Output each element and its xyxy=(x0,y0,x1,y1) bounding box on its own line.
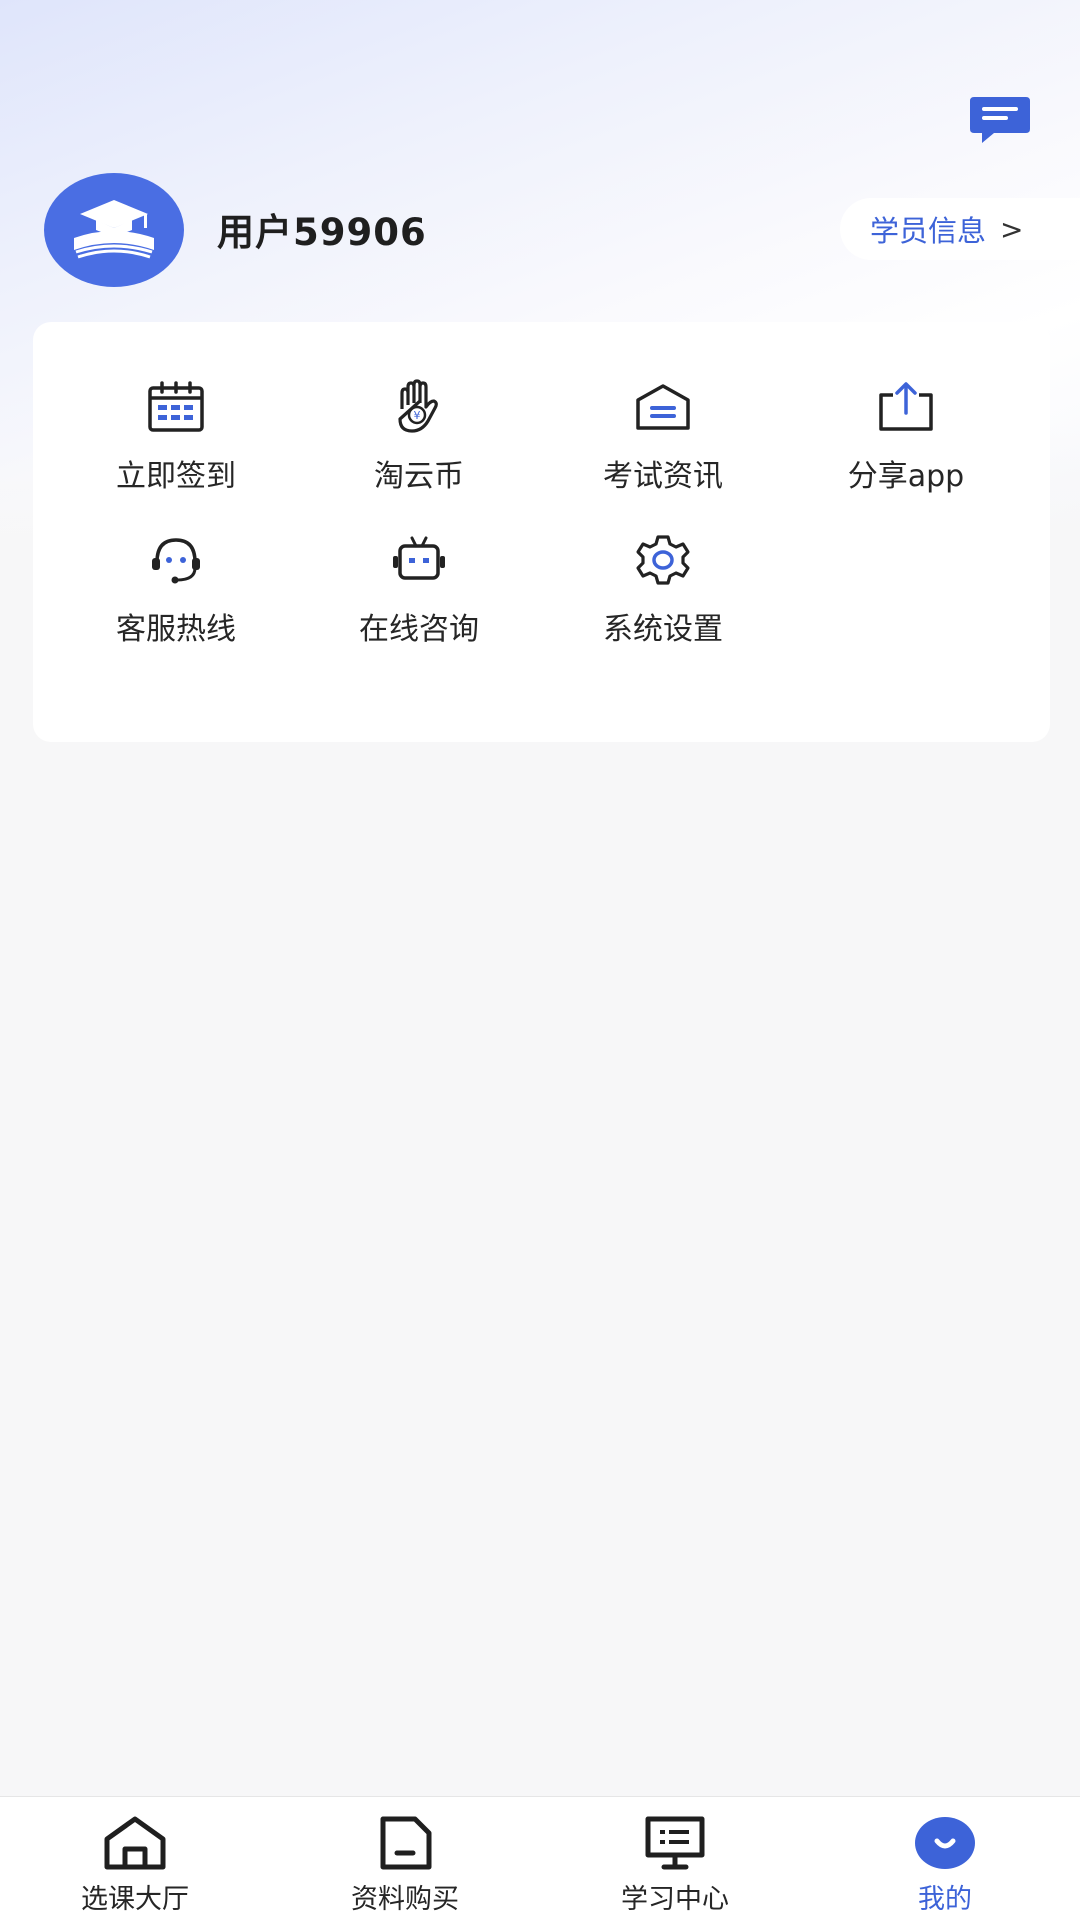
news-icon xyxy=(636,384,690,430)
menu-item-settings[interactable]: 系统设置 xyxy=(563,530,763,660)
menu-item-hotline[interactable]: 客服热线 xyxy=(76,530,276,660)
tab-study-center[interactable]: 学习中心 xyxy=(575,1797,775,1920)
menu-item-label: 立即签到 xyxy=(116,459,236,494)
message-button[interactable] xyxy=(968,95,1032,147)
menu-item-online-consult[interactable]: 在线咨询 xyxy=(319,530,519,660)
chat-icon xyxy=(970,97,1030,143)
graduation-book-icon xyxy=(74,200,154,259)
menu-item-label: 分享app xyxy=(847,459,965,494)
username: 用户59906 xyxy=(217,211,427,254)
student-info-button[interactable]: 学员信息 > xyxy=(840,198,1080,260)
gear-icon xyxy=(636,535,690,585)
document-icon xyxy=(380,1816,432,1870)
tab-label: 选课大厅 xyxy=(81,1884,189,1915)
robot-icon xyxy=(393,536,445,580)
menu-item-share-app[interactable]: 分享app xyxy=(806,377,1006,507)
student-info-label: 学员信息 xyxy=(870,214,987,248)
menu-item-label: 客服热线 xyxy=(116,612,236,647)
menu-item-check-in[interactable]: 立即签到 xyxy=(76,377,276,507)
home-icon xyxy=(104,1816,166,1870)
tab-mine[interactable]: 我的 xyxy=(845,1797,1045,1920)
user-header: 用户59906 学员信息 > xyxy=(0,170,1080,290)
tab-materials[interactable]: 资料购买 xyxy=(305,1797,505,1920)
tab-course-hall[interactable]: 选课大厅 xyxy=(35,1797,235,1920)
profile-page: 用户59906 学员信息 > 立即签到 ¥ 淘云币 考试资讯 分享app 客服热… xyxy=(0,0,1080,1920)
calendar-icon xyxy=(148,381,204,432)
menu-item-label: 考试资讯 xyxy=(603,459,723,494)
coin-hand-icon: ¥ xyxy=(398,379,438,433)
headset-icon xyxy=(152,538,200,584)
menu-card: 立即签到 ¥ 淘云币 考试资讯 分享app 客服热线 在线咨询 系统设置 xyxy=(33,322,1050,742)
menu-item-coins[interactable]: ¥ 淘云币 xyxy=(319,377,519,507)
tab-label: 学习中心 xyxy=(621,1884,729,1915)
menu-item-label: 淘云币 xyxy=(374,459,464,494)
profile-smile-icon xyxy=(915,1817,975,1869)
menu-item-exam-news[interactable]: 考试资讯 xyxy=(563,377,763,507)
bottom-tab-bar: 选课大厅 资料购买 学习中心 我的 xyxy=(0,1796,1080,1920)
tab-label: 资料购买 xyxy=(351,1884,459,1915)
share-icon xyxy=(879,382,933,431)
tab-label: 我的 xyxy=(918,1884,972,1915)
menu-item-label: 系统设置 xyxy=(603,612,723,647)
menu-item-label: 在线咨询 xyxy=(359,612,479,647)
svg-text:¥: ¥ xyxy=(414,409,421,422)
chevron-right-icon: > xyxy=(1000,212,1024,246)
presentation-icon xyxy=(645,1816,705,1870)
avatar[interactable] xyxy=(44,173,184,287)
